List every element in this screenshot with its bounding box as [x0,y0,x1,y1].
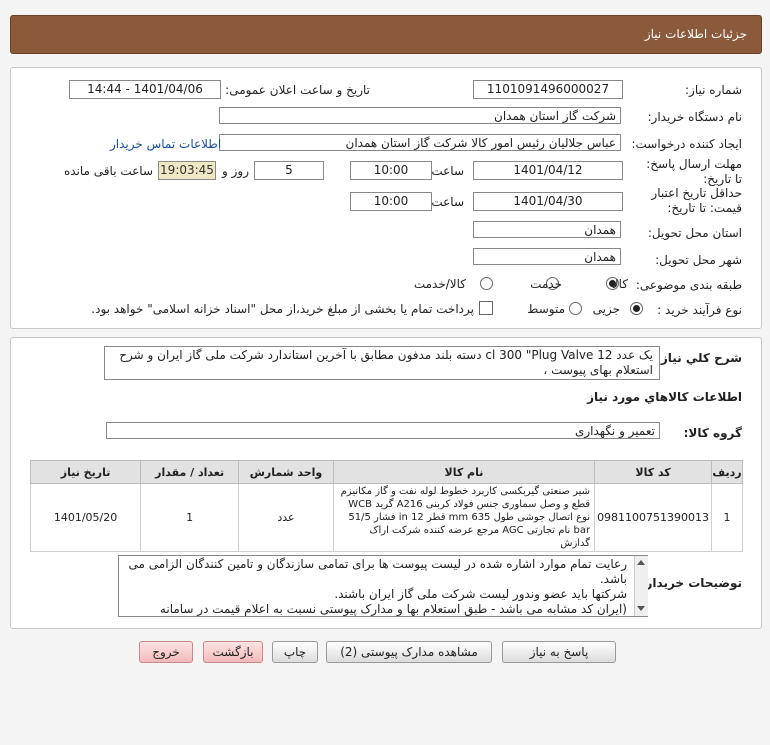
scroll-down-icon[interactable] [637,606,645,611]
page-header: جزئیات اطلاعات نیاز [10,15,762,54]
view-attachments-button[interactable]: مشاهده مدارک پیوستی (2) [326,641,492,663]
city-field: همدان [473,248,621,265]
goods-group-label: گروه کالا: [683,426,742,440]
col-name: نام کالا [332,460,596,484]
validity-label: حداقل تاریخ اعتبار قیمت: تا تاریخ: [651,186,742,215]
row-qty: 1 [140,483,240,552]
validity-date-field: 1401/04/30 [473,192,623,211]
goods-table-header: ردیف کد کالا نام کالا واحد شمارش تعداد /… [29,460,743,484]
buyer-notes-label: توضیحات خریدار: [640,576,742,590]
reply-button[interactable]: پاسخ به نیاز [502,641,616,663]
announce-field: 1401/04/06 - 14:44 [69,80,221,99]
buyer-notes-scrollbar[interactable] [634,556,648,616]
days-label: روز و [222,164,249,178]
exit-button[interactable]: خروج [139,641,193,663]
col-date: تاریخ نیاز [29,460,142,484]
deadline-date-field: 1401/04/12 [473,161,623,180]
buyer-note-line-1: رعایت تمام موارد اشاره شده در لیست پیوست… [128,557,627,586]
col-qty: تعداد / مقدار [140,460,240,484]
buyer-contact-link[interactable]: اطلاعات تماس خریدار [110,137,221,151]
col-code: کد کالا [594,460,713,484]
page-title: جزئیات اطلاعات نیاز [644,27,747,41]
summary-label: شرح کلي نياز: [656,351,742,365]
creator-field: عباس جلالیان رئیس امور کالا شرکت گاز است… [219,134,621,151]
process-label: نوع فرآیند خرید : [657,303,742,317]
table-row: 1 0981100751390013 شیر صنعتی گیربکسی کار… [29,483,743,552]
province-label: استان محل تحویل: [647,226,742,240]
buyer-note-line-2: شرکتها باید عضو وندور لیست شرکت ملی گاز … [334,587,627,601]
creator-label: ایجاد کننده درخواست: [631,137,742,151]
validity-time-label: ساعت [431,195,464,209]
city-label: شهر محل تحویل: [655,253,742,267]
need-number-field: 1101091496000027 [473,80,623,99]
col-row: ردیف [711,460,743,484]
goods-section-title: اطلاعات کالاهاي مورد نياز [587,390,742,404]
row-unit: عدد [238,483,334,552]
remaining-time-field: 19:03:45 [158,161,216,180]
row-number: 1 [711,483,743,552]
process-minor-radio[interactable] [630,302,643,315]
buyer-org-field: شرکت گاز استان همدان [219,107,621,124]
buyer-note-line-3: (ایران کد مشابه می باشد - طبق استعلام به… [159,602,627,616]
scroll-up-icon[interactable] [637,560,645,565]
buyer-notes-box: رعایت تمام موارد اشاره شده در لیست پیوست… [118,555,648,617]
process-medium-radio[interactable] [569,302,582,315]
deadline-label: مهلت ارسال پاسخ: تا تاریخ: [646,157,742,186]
validity-time-field: 10:00 [350,192,432,211]
process-medium-label: متوسط [527,302,565,316]
category-goods-label: کالا [611,277,628,291]
row-date: 1401/05/20 [29,483,142,552]
announce-label: تاریخ و ساعت اعلان عمومی: [225,83,370,97]
category-label: طبقه بندی موضوعی: [635,278,742,292]
row-name: شیر صنعتی گیربکسی کاربرد خطوط لوله نفت و… [332,483,596,552]
buyer-org-label: نام دستگاه خریدار: [647,110,743,124]
treasury-checkbox[interactable] [479,301,493,315]
treasury-note: پرداخت تمام یا بخشی از مبلغ خرید،از محل … [91,302,474,316]
days-field: 5 [254,161,324,180]
print-button[interactable]: چاپ [272,641,318,663]
deadline-time-label: ساعت [431,164,464,178]
col-unit: واحد شمارش [238,460,334,484]
goods-group-field: تعمیر و نگهداری [106,422,660,439]
process-minor-label: جزیی [592,302,620,316]
summary-text: یک عدد cl 300 "Plug Valve 12 دسته بلند م… [104,346,660,380]
province-field: همدان [473,221,621,238]
category-goods-service-radio[interactable] [480,277,493,290]
row-code: 0981100751390013 [594,483,713,552]
remaining-label: ساعت باقی مانده [63,164,153,178]
goods-table: ردیف کد کالا نام کالا واحد شمارش تعداد /… [29,460,743,552]
deadline-time-field: 10:00 [350,161,432,180]
category-service-label: خدمت [530,277,562,291]
back-button[interactable]: بازگشت [203,641,263,663]
category-goods-service-label: کالا/خدمت [413,277,466,291]
need-number-label: شماره نیاز: [685,83,742,97]
